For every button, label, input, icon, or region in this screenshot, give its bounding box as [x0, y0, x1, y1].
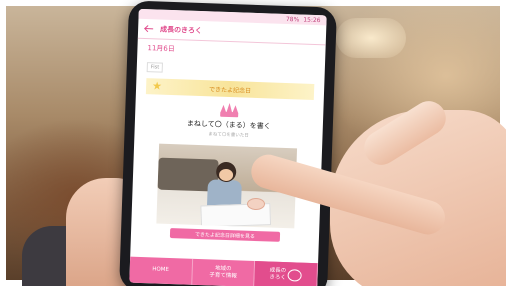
- back-arrow-icon[interactable]: [144, 24, 154, 34]
- smartphone: 78% 15:26 成長のきろく 11月6日 Fist ★ できたよ記念日 まね…: [119, 0, 337, 286]
- entry-tag: Fist: [146, 62, 164, 73]
- nav-home[interactable]: HOME: [129, 256, 193, 285]
- fingernail: [247, 198, 265, 210]
- book-icon: [287, 269, 303, 282]
- app-title: 成長のきろく: [160, 25, 203, 35]
- nav-local-info-label: 地域の 子育て情報: [209, 265, 237, 280]
- nav-local-info[interactable]: 地域の 子育て情報: [191, 258, 256, 286]
- status-battery: 78%: [285, 15, 300, 23]
- status-time: 15:26: [303, 16, 321, 24]
- nav-growth-record[interactable]: 成長の きろく: [254, 261, 319, 286]
- star-icon: ★: [151, 79, 163, 93]
- milestone-ribbon: ★ できたよ記念日: [145, 78, 315, 100]
- bottom-nav: HOME 地域の 子育て情報 成長の きろく: [129, 256, 319, 286]
- milestone-detail-button[interactable]: できたよ記念日詳細を見る: [169, 228, 281, 242]
- nav-home-label: HOME: [152, 266, 170, 274]
- entry-content: 11月6日 Fist ★ できたよ記念日 まねして〇（まる）を書く まねて〇を書…: [131, 39, 326, 247]
- milestone-detail-label: できたよ記念日詳細を見る: [194, 231, 256, 240]
- nav-growth-record-label: 成長の きろく: [269, 267, 287, 282]
- crown-icon: [218, 102, 240, 118]
- phone-screen: 78% 15:26 成長のきろく 11月6日 Fist ★ できたよ記念日 まね…: [129, 8, 327, 286]
- lamp-light: [336, 18, 406, 58]
- ribbon-label: できたよ記念日: [208, 85, 252, 95]
- entry-date: 11月6日: [147, 44, 175, 54]
